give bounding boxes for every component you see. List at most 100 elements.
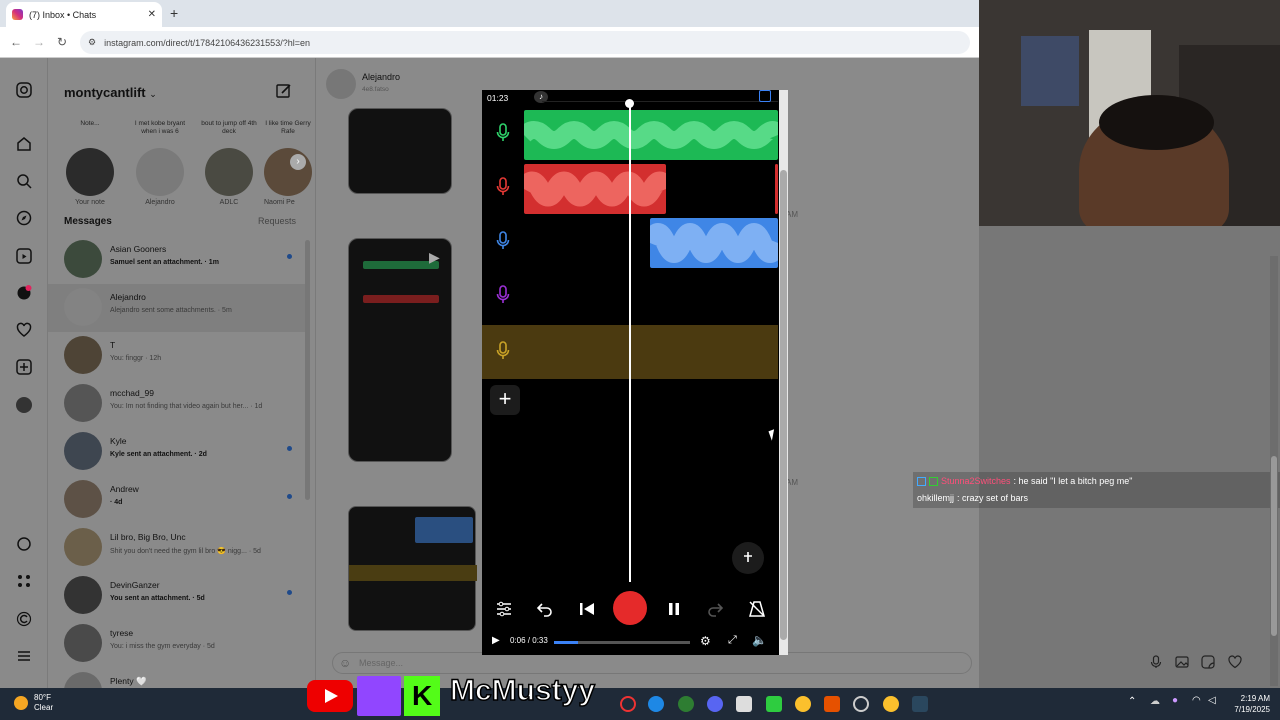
audio-clip[interactable] xyxy=(524,110,778,160)
avatar xyxy=(64,288,102,326)
magnet-icon[interactable] xyxy=(759,90,771,102)
explore-icon[interactable] xyxy=(16,210,32,226)
new-message-icon[interactable] xyxy=(276,83,292,99)
scrollbar-thumb[interactable] xyxy=(780,170,787,640)
add-track-button[interactable]: + xyxy=(490,385,520,415)
edge-icon[interactable] xyxy=(648,696,664,712)
new-tab-icon[interactable]: + xyxy=(170,5,178,21)
messenger-icon[interactable] xyxy=(16,285,32,301)
chat-item[interactable]: tyrese You: i miss the gym everyday · 5d xyxy=(48,620,310,668)
unread-dot xyxy=(287,494,292,499)
chrome-icon[interactable] xyxy=(795,696,811,712)
chat-item[interactable]: T You: finggr · 12h xyxy=(48,332,310,380)
steam-icon[interactable] xyxy=(912,696,928,712)
tray-app-icon[interactable]: ☁ xyxy=(1150,696,1160,707)
mic-icon[interactable] xyxy=(495,123,511,143)
video-attachment[interactable] xyxy=(348,108,452,194)
chat-item[interactable]: Lil bro, Big Bro, Unc Shit you don't need… xyxy=(48,524,310,572)
voice-message-icon[interactable] xyxy=(1149,655,1163,669)
also-from-meta-icon[interactable] xyxy=(16,573,32,589)
username-switcher[interactable]: montycantlift ⌄ xyxy=(64,85,157,100)
site-info-icon[interactable]: ⚙ xyxy=(88,37,96,48)
video-attachment[interactable] xyxy=(348,506,477,631)
skip-back-icon[interactable] xyxy=(578,600,596,618)
message-input[interactable]: ☺ Message... xyxy=(332,652,972,674)
chat-item[interactable]: Alejandro Alejandro sent some attachments… xyxy=(48,284,310,332)
mic-icon[interactable] xyxy=(495,177,511,197)
sticker-icon[interactable] xyxy=(1201,655,1215,669)
phone-video-player[interactable]: 01:23 ♪ + ▶ 0:06 / 0:33 ⚙ ⤢ 🔈 xyxy=(482,90,788,655)
chat-item[interactable]: Kyle Kyle sent an attachment. · 2d xyxy=(48,428,310,476)
back-icon[interactable]: ← xyxy=(10,35,22,49)
chat-item[interactable]: Plenty 🤍 xyxy=(48,668,310,688)
notes-next-icon[interactable]: › xyxy=(290,154,306,170)
undo-icon[interactable] xyxy=(536,600,554,618)
requests-link[interactable]: Requests xyxy=(258,216,296,226)
app-icon[interactable] xyxy=(824,696,840,712)
play-icon[interactable]: ▶ xyxy=(429,249,440,266)
url-field[interactable]: ⚙ instagram.com/direct/t/178421064362315… xyxy=(80,31,970,54)
play-icon[interactable]: ▶ xyxy=(492,635,500,646)
page-scrollbar[interactable] xyxy=(1270,256,1278,686)
audio-clip[interactable] xyxy=(524,164,666,214)
more-menu-icon[interactable] xyxy=(16,648,32,664)
image-upload-icon[interactable] xyxy=(1175,655,1189,669)
chat-item[interactable]: DevinGanzer You sent an attachment. · 5d xyxy=(48,572,310,620)
scrollbar-thumb[interactable] xyxy=(1271,456,1277,636)
home-icon[interactable] xyxy=(16,136,32,152)
app-icon[interactable] xyxy=(620,696,636,712)
audio-clip[interactable] xyxy=(650,218,778,268)
mic-icon[interactable] xyxy=(495,341,511,361)
video-attachment[interactable]: ▶ xyxy=(348,238,452,462)
record-button[interactable] xyxy=(613,591,647,625)
file-explorer-icon[interactable] xyxy=(736,696,752,712)
note-item[interactable]: Note... Your note xyxy=(60,120,120,206)
video-scrollbar[interactable] xyxy=(779,90,788,655)
system-clock[interactable]: 2:19 AM 7/19/2025 xyxy=(1226,693,1270,715)
emoji-icon[interactable]: ☺ xyxy=(339,656,351,670)
pause-icon[interactable] xyxy=(665,600,683,618)
chrome-icon[interactable] xyxy=(883,696,899,712)
notifications-heart-icon[interactable] xyxy=(16,322,32,338)
weather-condition: Clear xyxy=(34,703,54,712)
sidebar-scrollbar[interactable] xyxy=(305,240,310,500)
mic-icon[interactable] xyxy=(495,231,511,251)
volume-icon[interactable]: 🔈 xyxy=(752,633,767,647)
chat-item[interactable]: Asian Gooners Samuel sent an attachment. … xyxy=(48,236,310,284)
wifi-icon[interactable]: ◠ xyxy=(1192,695,1201,706)
app-icon[interactable] xyxy=(766,696,782,712)
stream-chat-overlay: Stunna2Switches: he said "I let a bitch … xyxy=(913,472,1280,508)
note-item[interactable]: I met kobe bryant when i was 6 Alejandro xyxy=(130,120,190,206)
close-tab-icon[interactable]: ✕ xyxy=(148,9,156,20)
chat-item[interactable]: Andrew · 4d xyxy=(48,476,310,524)
video-progress-bar[interactable] xyxy=(554,641,690,644)
reload-icon[interactable]: ↻ xyxy=(57,35,67,49)
threads-app-icon[interactable] xyxy=(16,611,32,627)
mic-icon[interactable] xyxy=(495,285,511,305)
add-music-button[interactable] xyxy=(732,542,764,574)
avatar xyxy=(264,148,312,196)
tray-chevron-icon[interactable]: ⌃ xyxy=(1128,696,1136,707)
like-heart-icon[interactable] xyxy=(1228,655,1242,669)
mixer-settings-icon[interactable] xyxy=(495,600,513,618)
fullscreen-icon[interactable]: ⤢ xyxy=(728,634,737,647)
weather-widget[interactable]: 80°F Clear xyxy=(14,693,53,713)
discord-icon[interactable] xyxy=(707,696,723,712)
profile-avatar[interactable] xyxy=(16,397,32,413)
tray-mic-icon[interactable]: ● xyxy=(1172,695,1178,706)
note-item[interactable]: bout to jump off 4th deck ADLC xyxy=(199,120,259,206)
metronome-off-icon[interactable] xyxy=(748,600,766,618)
create-icon[interactable] xyxy=(16,359,32,375)
xbox-icon[interactable] xyxy=(678,696,694,712)
forward-icon[interactable]: → xyxy=(33,35,45,49)
browser-tab[interactable]: (7) Inbox • Chats ✕ xyxy=(6,2,162,27)
redo-icon[interactable] xyxy=(706,600,724,618)
chat-item[interactable]: mcchad_99 You: Im not finding that video … xyxy=(48,380,310,428)
instagram-logo-icon[interactable] xyxy=(16,82,32,98)
search-icon[interactable] xyxy=(16,173,32,189)
threads-icon[interactable] xyxy=(16,536,32,552)
volume-tray-icon[interactable]: ◁ xyxy=(1208,695,1216,706)
app-icon[interactable] xyxy=(853,696,869,712)
reels-icon[interactable] xyxy=(16,248,32,264)
settings-gear-icon[interactable]: ⚙ xyxy=(700,634,711,648)
